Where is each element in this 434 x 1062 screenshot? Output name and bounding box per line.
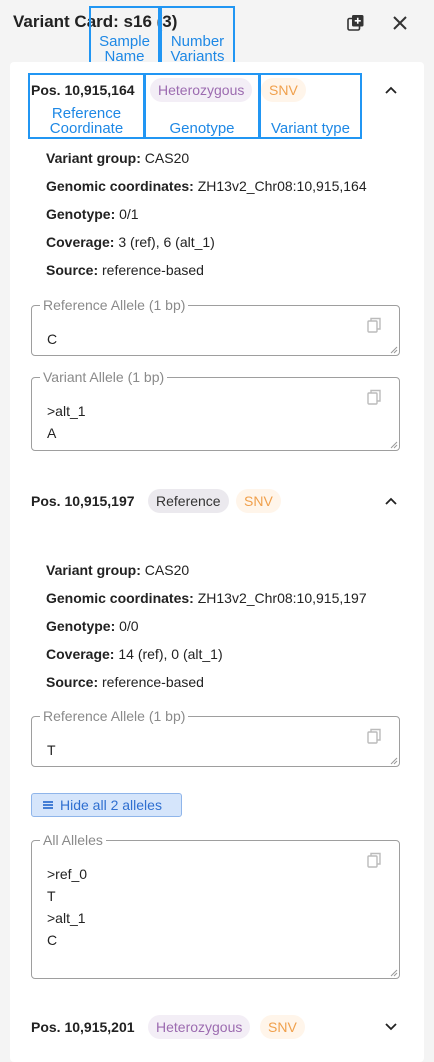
list-icon [43,801,53,809]
annotation-reference-coordinate: Reference Coordinate [28,73,145,139]
annotation-sample-name: Sample Name [89,6,160,67]
field-content: C [47,331,58,347]
variant-details-1: Variant group: CAS20 Genomic coordinates… [46,144,367,284]
copy-icon[interactable] [365,388,383,406]
detail-genomic-coordinates: Genomic coordinates: ZH13v2_Chr08:10,915… [46,178,367,194]
chevron-down-icon[interactable] [380,1016,402,1038]
hide-alleles-label: Hide all 2 alleles [60,797,162,813]
annotation-genotype: Genotype [144,73,260,139]
variant-type-chip: SNV [260,1015,305,1039]
reference-allele-field[interactable]: Reference Allele (1 bp) C [31,298,400,356]
detail-source: Source: reference-based [46,674,204,690]
detail-genotype: Genotype: 0/0 [46,618,139,634]
card-header: Variant Card: s16 (3) Sample Name Number… [0,0,434,67]
variant-type-chip: SNV [236,489,281,513]
field-label: Variant Allele (1 bp) [43,369,165,385]
hide-alleles-button[interactable]: Hide all 2 alleles [31,793,182,817]
field-label: Reference Allele (1 bp) [43,708,186,724]
variant-header-3[interactable]: Pos. 10,915,201 Heterozygous SNV [10,1012,424,1042]
chevron-up-icon[interactable] [380,79,402,101]
field-content: >alt_1 A [47,403,86,441]
detail-variant-group: Variant group: CAS20 [46,150,190,166]
reference-allele-field[interactable]: Reference Allele (1 bp) T [31,709,400,767]
variant-allele-field[interactable]: Variant Allele (1 bp) >alt_1 A [31,370,400,451]
resize-handle[interactable] [390,441,398,449]
detail-coverage: Coverage: 3 (ref), 6 (alt_1) [46,234,215,250]
genotype-chip: Reference [148,489,229,513]
copy-all-icon[interactable] [343,10,369,36]
detail-source: Source: reference-based [46,262,204,278]
variant-details-2: Variant group: CAS20 Genomic coordinates… [46,556,367,696]
detail-genomic-coordinates: Genomic coordinates: ZH13v2_Chr08:10,915… [46,590,367,606]
field-content: >ref_0 T >alt_1 C [47,866,88,948]
detail-variant-group: Variant group: CAS20 [46,562,190,578]
annotation-variant-type: Variant type [259,73,362,139]
variant-position: Pos. 10,915,201 [31,1019,135,1035]
field-label: All Alleles [43,832,103,848]
close-icon[interactable] [387,10,413,36]
field-content: T [47,742,56,758]
field-label: Reference Allele (1 bp) [43,297,186,313]
variants-panel: Pos. 10,915,164 Heterozygous SNV Referen… [10,62,424,1062]
resize-handle[interactable] [390,969,398,977]
variant-header-2[interactable]: Pos. 10,915,197 Reference SNV [10,486,424,516]
annotation-number-variants: Number Variants [160,6,235,67]
detail-genotype: Genotype: 0/1 [46,206,139,222]
copy-icon[interactable] [365,316,383,334]
copy-icon[interactable] [365,727,383,745]
resize-handle[interactable] [390,346,398,354]
copy-icon[interactable] [365,851,383,869]
variant-position: Pos. 10,915,197 [31,493,135,509]
resize-handle[interactable] [390,757,398,765]
detail-coverage: Coverage: 14 (ref), 0 (alt_1) [46,646,223,662]
genotype-chip: Heterozygous [148,1015,251,1039]
chevron-up-icon[interactable] [380,490,402,512]
all-alleles-field[interactable]: All Alleles >ref_0 T >alt_1 C [31,833,400,979]
